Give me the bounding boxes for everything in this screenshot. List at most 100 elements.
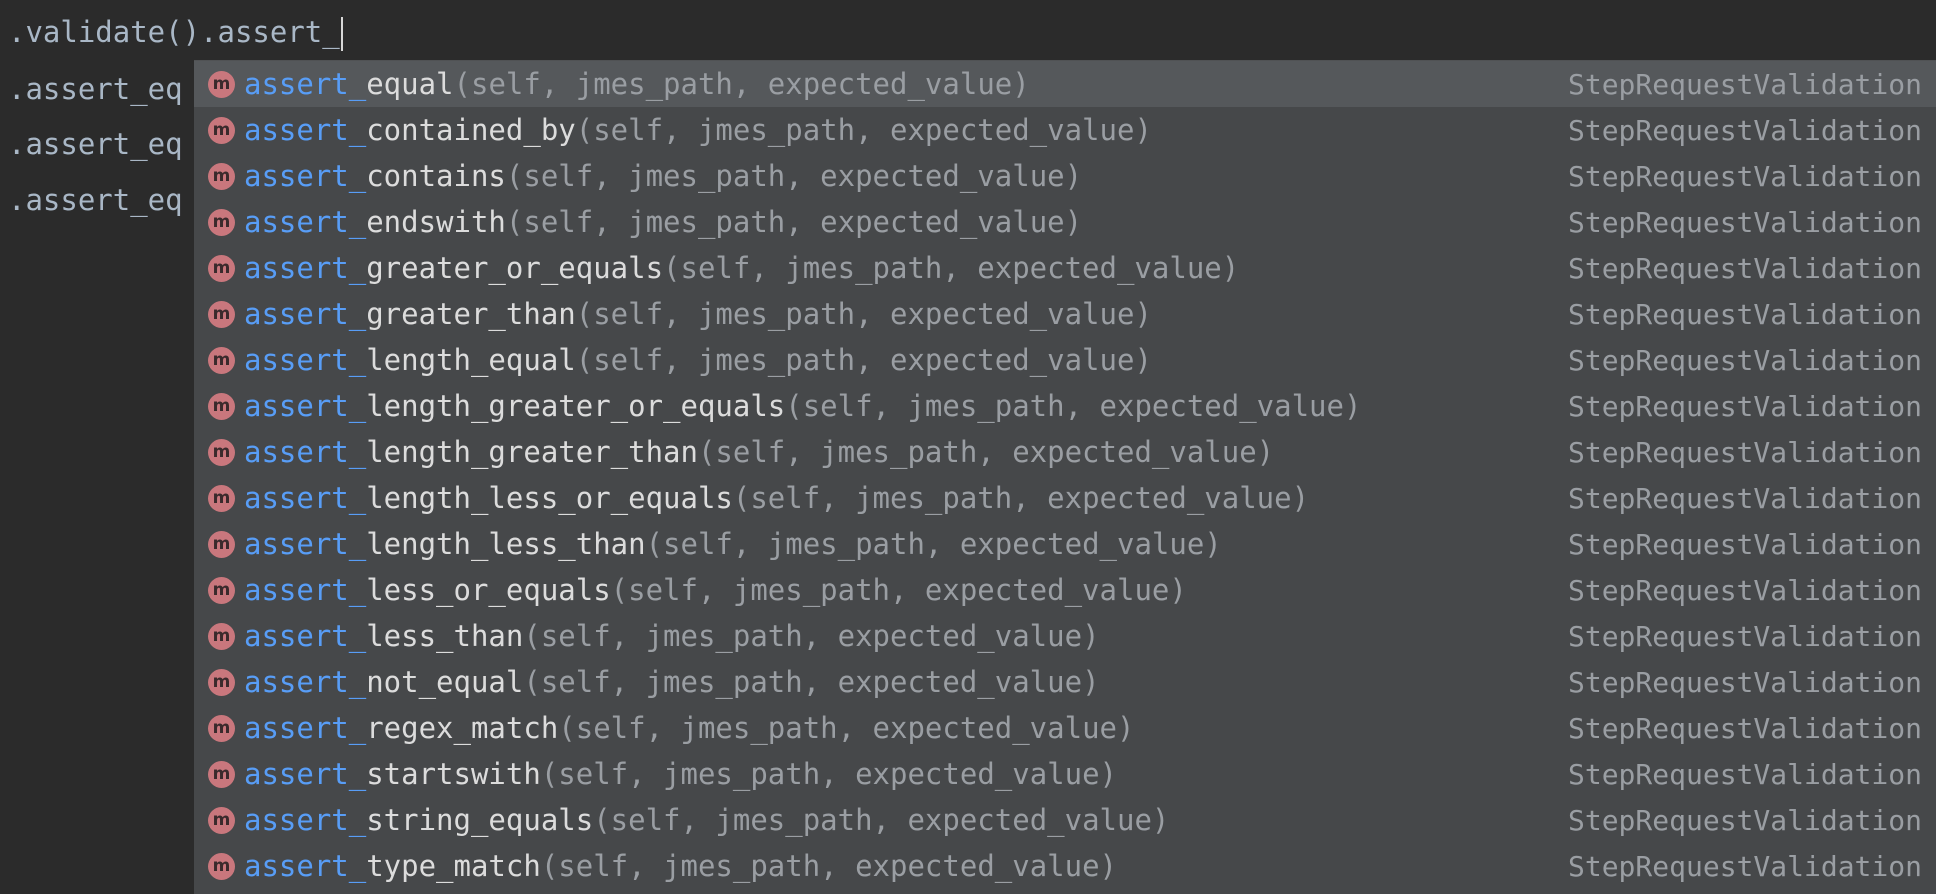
completion-match-prefix: assert_ [244, 67, 367, 101]
completion-item[interactable]: m assert_startswith (self, jmes_path, expe… [194, 751, 1936, 797]
method-icon: m [208, 116, 235, 144]
completion-item-type: StepRequestValidation [1567, 67, 1922, 101]
method-icon: m [208, 714, 235, 742]
completion-item-type: StepRequestValidation [1567, 849, 1922, 883]
completion-item-params: (self, jmes_path, expected_value) [610, 573, 1187, 607]
completion-item[interactable]: m assert_greater_or_equals (self, jmes_pat… [194, 245, 1936, 291]
completion-item-params: (self, jmes_path, expected_value) [558, 711, 1135, 745]
completion-item-params: (self, jmes_path, expected_value) [785, 389, 1362, 423]
completion-match-prefix: assert_ [244, 205, 367, 239]
completion-match-prefix: assert_ [244, 435, 367, 469]
completion-match-prefix: assert_ [244, 343, 367, 377]
completion-item[interactable]: m assert_regex_match (self, jmes_path, exp… [194, 705, 1936, 751]
method-icon: m [208, 438, 235, 466]
completion-item-type: StepRequestValidation [1567, 757, 1922, 791]
code-line[interactable]: .assert_eq [8, 182, 183, 218]
completion-item-suffix: less_or_equals [366, 573, 611, 607]
completion-item[interactable]: m assert_length_equal (self, jmes_path, ex… [194, 337, 1936, 383]
completion-item-name: assert_length_greater_than [244, 435, 698, 469]
method-icon: m [208, 300, 235, 328]
completion-item-type: StepRequestValidation [1567, 113, 1922, 147]
completion-item-suffix: string_equals [366, 803, 594, 837]
method-icon: m [208, 346, 235, 374]
method-icon: m [208, 392, 235, 420]
completion-match-prefix: assert_ [244, 297, 367, 331]
completion-item-params: (self, jmes_path, expected_value) [505, 159, 1083, 193]
completion-item-name: assert_endswith [244, 205, 506, 239]
completion-item-suffix: contains [366, 159, 506, 193]
method-icon: m [208, 484, 235, 512]
completion-match-prefix: assert_ [244, 527, 367, 561]
completion-item-suffix: greater_than [366, 297, 576, 331]
completion-item-suffix: less_than [366, 619, 524, 653]
completion-item-suffix: not_equal [366, 665, 524, 699]
completion-item[interactable]: m assert_less_or_equals (self, jmes_path, … [194, 567, 1936, 613]
completion-item-name: assert_contained_by [244, 113, 576, 147]
completion-match-prefix: assert_ [244, 251, 367, 285]
current-line-text: .validate().assert_ [8, 15, 340, 49]
method-icon: m [208, 806, 235, 834]
completion-item-suffix: equal [366, 67, 454, 101]
completion-item-params: (self, jmes_path, expected_value) [523, 619, 1100, 653]
current-code-line[interactable]: .validate().assert_ [8, 14, 343, 51]
method-icon: m [208, 208, 235, 236]
completion-item[interactable]: m assert_contained_by (self, jmes_path, ex… [194, 107, 1936, 153]
completion-match-prefix: assert_ [244, 481, 367, 515]
completion-match-prefix: assert_ [244, 757, 367, 791]
code-line[interactable]: .assert_eq [8, 126, 183, 162]
completion-match-prefix: assert_ [244, 113, 367, 147]
completion-item-params: (self, jmes_path, expected_value) [593, 803, 1170, 837]
completion-item-params: (self, jmes_path, expected_value) [540, 849, 1117, 883]
completion-item-name: assert_string_equals [244, 803, 593, 837]
completion-item[interactable]: m assert_endswith (self, jmes_path, expect… [194, 199, 1936, 245]
completion-item-params: (self, jmes_path, expected_value) [697, 435, 1275, 469]
completion-item-type: StepRequestValidation [1567, 573, 1922, 607]
completion-item-name: assert_less_or_equals [244, 573, 611, 607]
completion-item-params: (self, jmes_path, expected_value) [645, 527, 1222, 561]
completion-item-name: assert_length_less_or_equals [244, 481, 733, 515]
completion-item[interactable]: m assert_length_less_or_equals (self, jmes… [194, 475, 1936, 521]
method-icon: m [208, 70, 235, 98]
completion-item-name: assert_type_match [244, 849, 541, 883]
completion-item-suffix: length_less_or_equals [366, 481, 733, 515]
completion-item[interactable]: m assert_greater_than (self, jmes_path, ex… [194, 291, 1936, 337]
completion-item[interactable]: m assert_length_greater_than (self, jmes_p… [194, 429, 1936, 475]
completion-match-prefix: assert_ [244, 803, 367, 837]
completion-item[interactable]: m assert_not_equal (self, jmes_path, expec… [194, 659, 1936, 705]
completion-item-type: StepRequestValidation [1567, 711, 1922, 745]
completion-item[interactable]: m assert_string_equals (self, jmes_path, e… [194, 797, 1936, 843]
completion-item[interactable]: m assert_equal (self, jmes_path, expected_… [194, 61, 1936, 107]
completion-item-type: StepRequestValidation [1567, 665, 1922, 699]
completion-item-type: StepRequestValidation [1567, 251, 1922, 285]
completion-item-type: StepRequestValidation [1567, 389, 1922, 423]
completion-item[interactable]: m assert_length_less_than (self, jmes_path… [194, 521, 1936, 567]
completion-item-type: StepRequestValidation [1567, 205, 1922, 239]
completion-item-name: assert_less_than [244, 619, 523, 653]
method-icon: m [208, 760, 235, 788]
method-icon: m [208, 530, 235, 558]
completion-item-type: StepRequestValidation [1567, 297, 1922, 331]
completion-item-suffix: length_equal [366, 343, 576, 377]
completion-item[interactable]: m assert_length_greater_or_equals (self, j… [194, 383, 1936, 429]
completion-item-params: (self, jmes_path, expected_value) [540, 757, 1117, 791]
method-icon: m [208, 254, 235, 282]
completion-item-name: assert_length_equal [244, 343, 576, 377]
code-line[interactable]: .assert_eq [8, 71, 183, 107]
completion-item[interactable]: m assert_contains (self, jmes_path, expect… [194, 153, 1936, 199]
completion-item[interactable]: m assert_less_than (self, jmes_path, expec… [194, 613, 1936, 659]
completion-item-params: (self, jmes_path, expected_value) [663, 251, 1240, 285]
completion-item[interactable]: m assert_type_match (self, jmes_path, expe… [194, 843, 1936, 889]
completion-item-suffix: contained_by [366, 113, 576, 147]
completion-item-suffix: greater_or_equals [366, 251, 664, 285]
completion-popup[interactable]: m assert_equal (self, jmes_path, expected_… [194, 60, 1936, 894]
completion-item-suffix: length_greater_or_equals [366, 389, 786, 423]
method-icon: m [208, 622, 235, 650]
method-icon: m [208, 162, 235, 190]
completion-item-params: (self, jmes_path, expected_value) [575, 343, 1152, 377]
completion-item-name: assert_length_less_than [244, 527, 646, 561]
completion-item-suffix: endswith [366, 205, 506, 239]
completion-match-prefix: assert_ [244, 849, 367, 883]
completion-item-name: assert_greater_than [244, 297, 576, 331]
completion-item-params: (self, jmes_path, expected_value) [453, 67, 1030, 101]
completion-item-name: assert_not_equal [244, 665, 523, 699]
